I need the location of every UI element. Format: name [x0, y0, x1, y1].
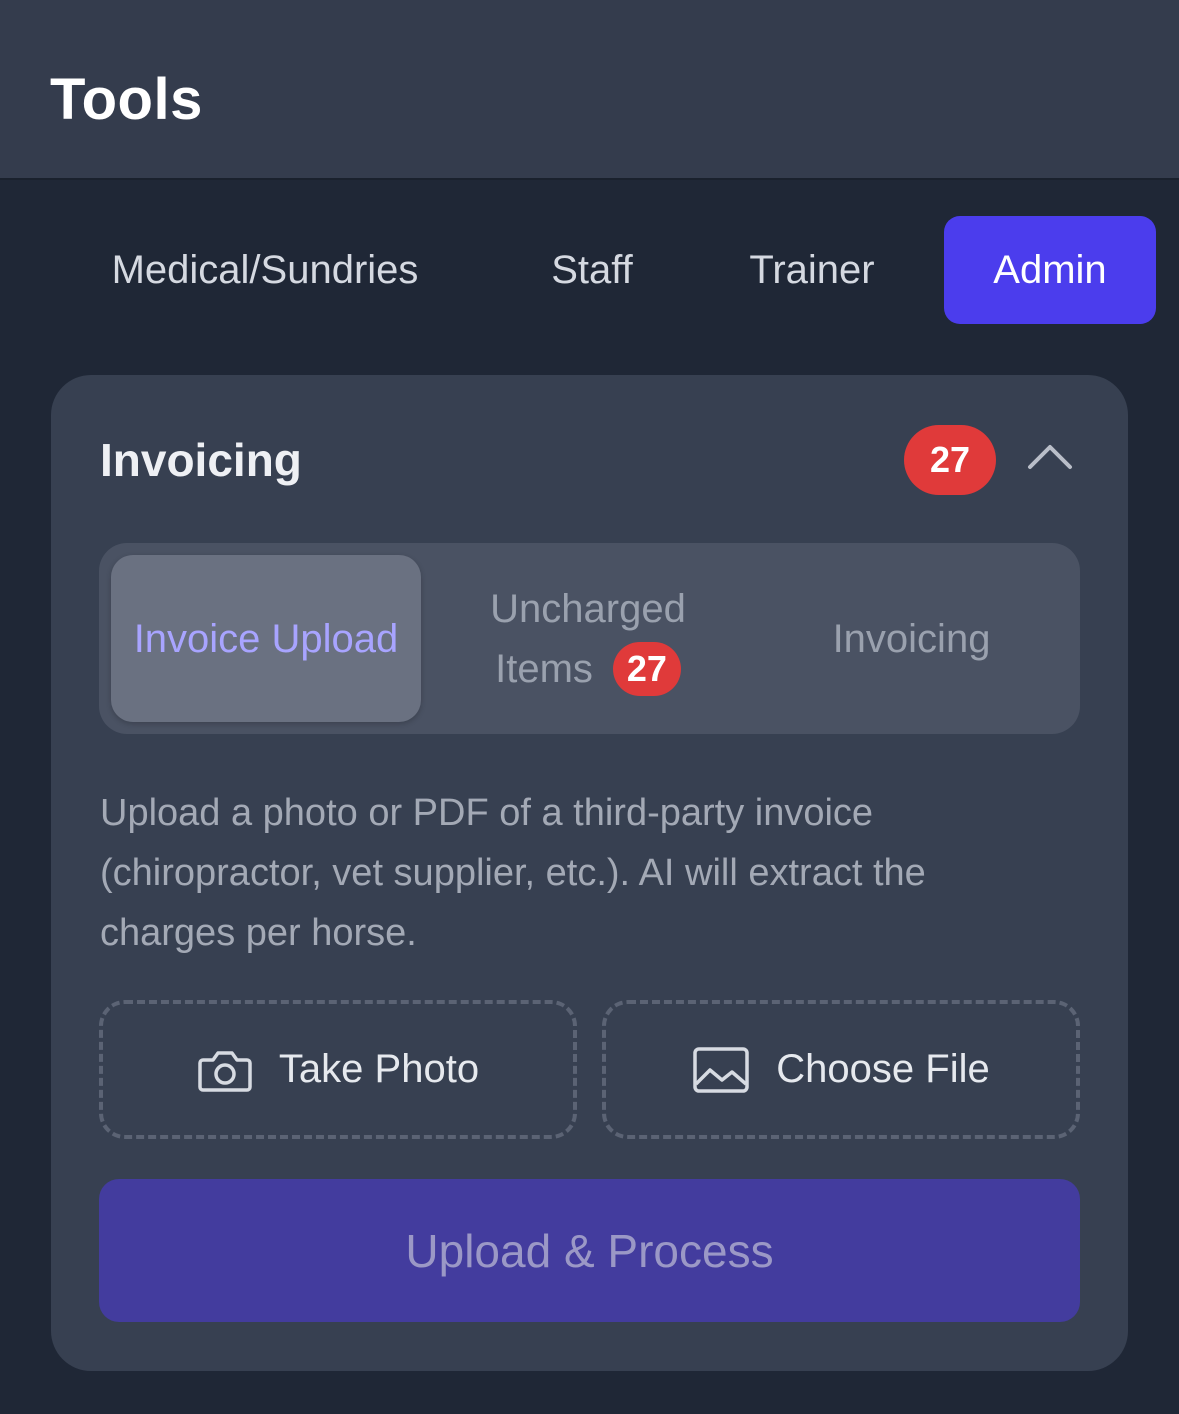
- tab-admin[interactable]: Admin: [944, 216, 1156, 324]
- tab-staff[interactable]: Staff: [510, 216, 674, 324]
- subtab-uncharged-label-line2: Items: [495, 646, 593, 691]
- collapse-chevron-up-icon[interactable]: [1026, 441, 1074, 471]
- upload-process-label: Upload & Process: [405, 1224, 774, 1277]
- subtab-invoice-upload-label: Invoice Upload: [133, 616, 399, 661]
- upload-process-button[interactable]: Upload & Process: [99, 1179, 1080, 1322]
- take-photo-label: Take Photo: [278, 1047, 480, 1091]
- subtab-invoicing[interactable]: Invoicing: [755, 555, 1068, 722]
- subtab-invoice-upload[interactable]: Invoice Upload: [111, 555, 421, 722]
- image-icon: [692, 1046, 750, 1094]
- page-title: Tools: [50, 67, 203, 132]
- camera-icon: [197, 1046, 253, 1094]
- choose-file-button[interactable]: Choose File: [602, 1000, 1080, 1139]
- card-title: Invoicing: [100, 434, 302, 486]
- invoicing-subtabs: Invoice Upload Uncharged Items 27 Invoic…: [99, 543, 1080, 734]
- app-header: Tools: [0, 0, 1179, 178]
- invoicing-card: Invoicing 27 Invoice Upload Uncharged It…: [51, 375, 1128, 1371]
- subtab-uncharged-label-line1: Uncharged: [490, 586, 686, 631]
- invoicing-count-badge: 27: [904, 425, 996, 495]
- take-photo-button[interactable]: Take Photo: [99, 1000, 577, 1139]
- upload-description: Upload a photo or PDF of a third-party i…: [100, 792, 926, 954]
- subtab-uncharged-items[interactable]: Uncharged Items 27: [433, 555, 743, 722]
- uncharged-count-badge: 27: [612, 641, 681, 696]
- choose-file-label: Choose File: [776, 1047, 990, 1091]
- tab-medical-sundries[interactable]: Medical/Sundries: [60, 216, 470, 324]
- subtab-invoicing-label: Invoicing: [832, 616, 991, 661]
- tab-trainer[interactable]: Trainer: [712, 216, 912, 324]
- top-tabs: Medical/Sundries Staff Trainer Admin: [0, 216, 1179, 324]
